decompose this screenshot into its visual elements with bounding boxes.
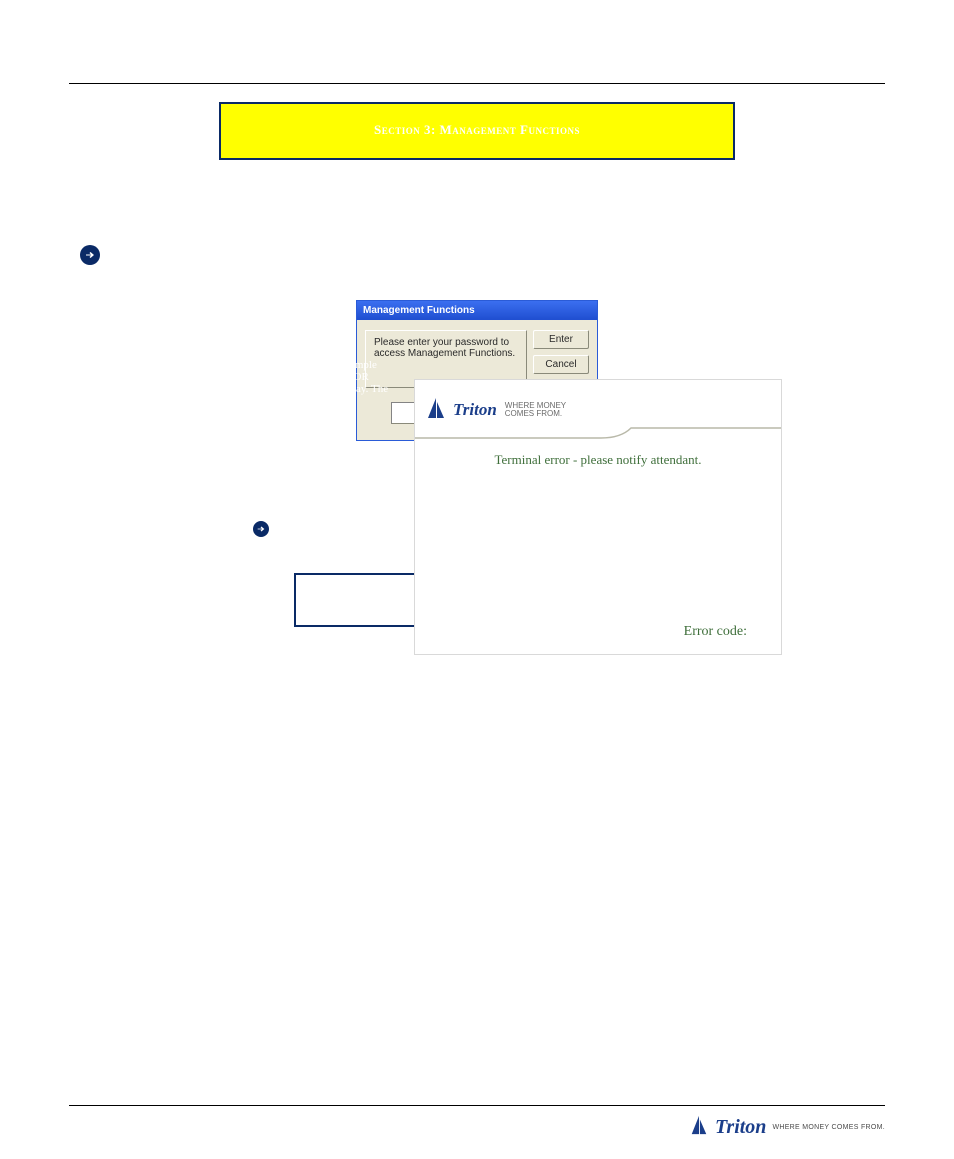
left-paragraph: If the Terminal Error screen is displaye… xyxy=(80,353,392,655)
footer-brand: Triton xyxy=(715,1116,767,1139)
arrow-bullet-icon xyxy=(80,245,100,265)
key-one: <1> xyxy=(496,248,514,260)
dialog-titlebar: Management Functions xyxy=(357,301,597,320)
terminal-error-screenshot: Triton WHERE MONEY COMES FROM. Terminal … xyxy=(414,379,782,655)
term-error-label: Terminal Error xyxy=(106,359,186,371)
footer-rule xyxy=(69,1105,885,1106)
tab-curve xyxy=(415,426,781,448)
mf-label-1: Management Functions xyxy=(233,371,348,383)
header-rule xyxy=(69,83,885,84)
enter-button[interactable]: Enter xyxy=(533,330,589,349)
mf-label-2: Management Functions xyxy=(156,383,271,395)
t: Press and hold down the xyxy=(108,248,218,260)
error-message: Terminal error - please notify attendant… xyxy=(415,452,781,468)
key-ctrl: <CTRL> xyxy=(218,248,259,260)
page-number: 3-1 xyxy=(69,1120,86,1136)
brand-word: Triton xyxy=(453,400,497,420)
section-banner: Section 3: Management Functions xyxy=(219,102,735,160)
t: key, press the xyxy=(431,248,496,260)
t: key; while holding down the xyxy=(259,248,390,260)
key-ctrl-2: <CTRL> xyxy=(390,248,431,260)
intro-paragraph: This section describes the Management Fu… xyxy=(80,204,874,228)
footer-tagline: WHERE MONEY COMES FROM. xyxy=(772,1124,885,1131)
footer-logo: Triton WHERE MONEY COMES FROM. xyxy=(689,1114,885,1141)
document-title: XScale Configuration Manual xyxy=(69,54,885,69)
brand-tagline: WHERE MONEY COMES FROM. xyxy=(505,402,566,419)
sail-icon xyxy=(425,396,447,425)
cancel-button[interactable]: Cancel xyxy=(533,355,589,374)
sail-icon xyxy=(689,1114,709,1141)
error-code-label: Error code: xyxy=(684,624,747,640)
step-1-text: Press and hold down the <CTRL> key; whil… xyxy=(108,248,874,272)
t: If the xyxy=(80,359,106,371)
section-banner-text: Section 3: Management Functions xyxy=(374,122,580,137)
